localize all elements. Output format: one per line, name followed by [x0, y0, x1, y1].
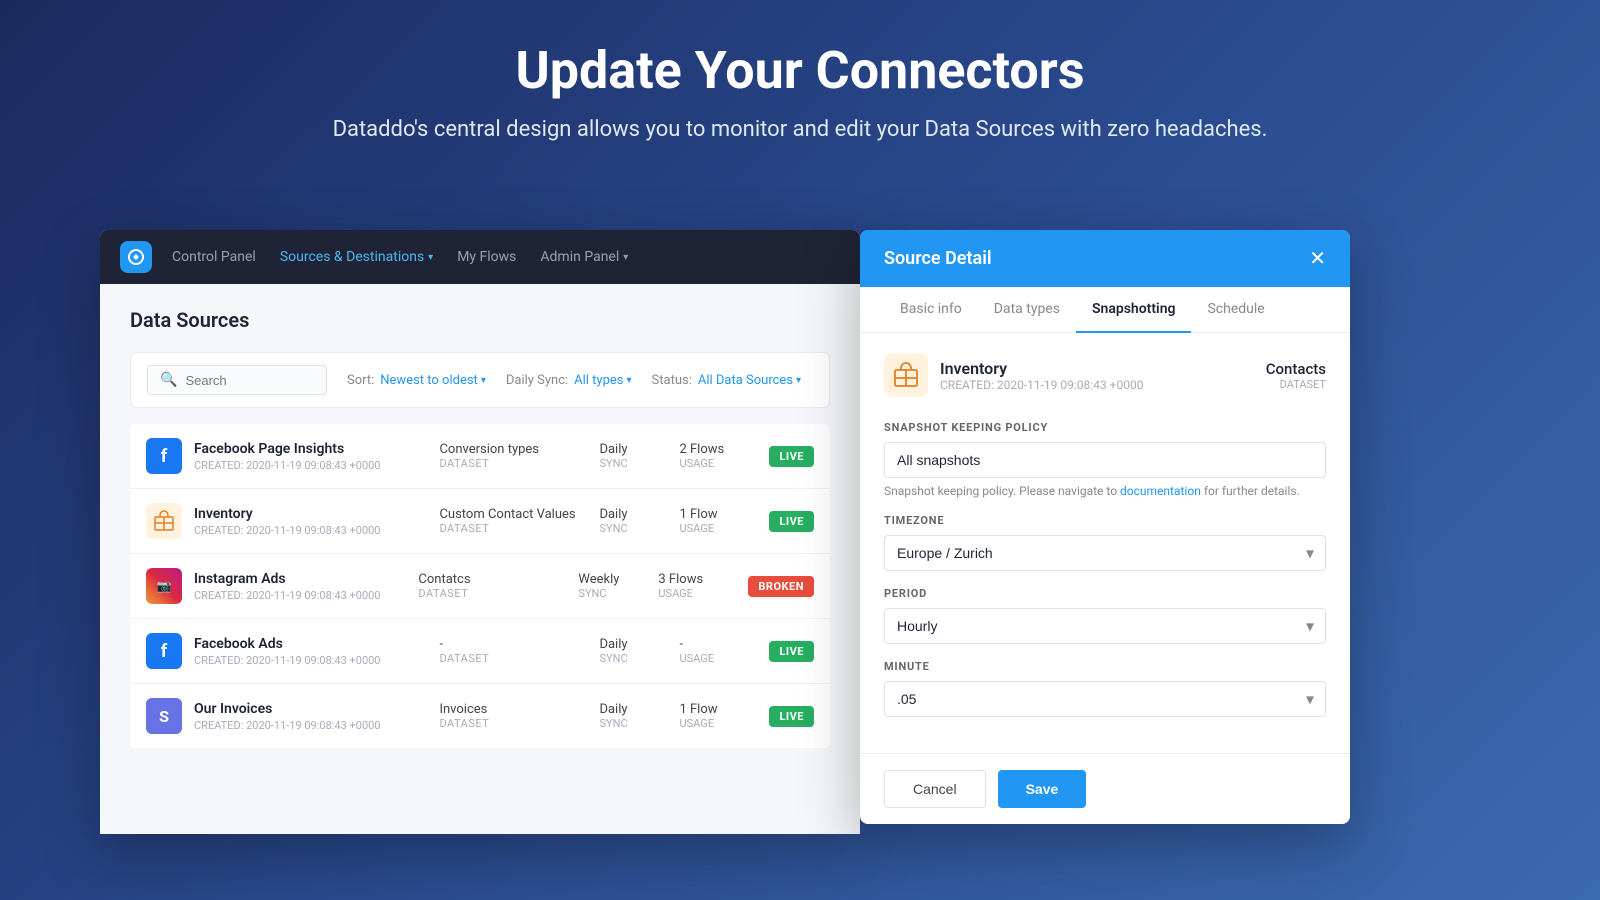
close-button[interactable]: ✕	[1309, 249, 1326, 269]
tab-data-types[interactable]: Data types	[978, 287, 1076, 333]
sort-filter: Sort: Newest to oldest ▾	[347, 373, 486, 388]
detail-footer: Cancel Save	[860, 753, 1350, 824]
page-title: Data Sources	[130, 308, 830, 332]
detail-title: Source Detail	[884, 248, 992, 269]
row-dataset: - DATASET	[439, 637, 599, 665]
cancel-button[interactable]: Cancel	[884, 770, 986, 808]
row-sync: Daily SYNC	[599, 637, 679, 665]
row-sync: Daily SYNC	[599, 702, 679, 730]
row-dataset: Conversion types DATASET	[439, 442, 599, 470]
search-icon: 🔍	[160, 372, 177, 388]
row-flows: 3 Flows USAGE	[658, 572, 748, 600]
row-flows: - USAGE	[679, 637, 769, 665]
chevron-down-icon-status: ▾	[796, 375, 801, 386]
row-sync: Daily SYNC	[599, 507, 679, 535]
period-select-wrapper: Hourly Daily Weekly	[884, 608, 1326, 644]
period-section: PERIOD Hourly Daily Weekly	[884, 587, 1326, 644]
row-source-info: Our Invoices CREATED: 2020-11-19 09:08:4…	[194, 701, 439, 732]
source-item-left: Inventory CREATED: 2020-11-19 09:08:43 +…	[884, 353, 1143, 397]
source-item-info: Inventory CREATED: 2020-11-19 09:08:43 +…	[940, 359, 1143, 392]
status-dropdown[interactable]: All Data Sources ▾	[698, 373, 801, 388]
detail-content: Inventory CREATED: 2020-11-19 09:08:43 +…	[860, 333, 1350, 753]
row-sync: Weekly SYNC	[578, 572, 658, 600]
source-detail-panel: Source Detail ✕ Basic info Data types Sn…	[860, 230, 1350, 824]
tab-schedule[interactable]: Schedule	[1191, 287, 1280, 333]
search-input[interactable]	[185, 373, 314, 388]
hero-subtitle: Dataddo's central design allows you to m…	[20, 117, 1580, 142]
table-row[interactable]: S Our Invoices CREATED: 2020-11-19 09:08…	[130, 684, 830, 748]
row-sync: Daily SYNC	[599, 442, 679, 470]
snapshot-policy-section: SNAPSHOT KEEPING POLICY Snapshot keeping…	[884, 421, 1326, 498]
hint-text: Snapshot keeping policy. Please navigate…	[884, 484, 1326, 498]
navbar: Control Panel Sources & Destinations ▾ M…	[100, 230, 860, 284]
timezone-select[interactable]: Europe / Zurich UTC America / New_York	[884, 535, 1326, 571]
status-filter: Status: All Data Sources ▾	[652, 373, 802, 388]
row-dataset: Custom Contact Values DATASET	[439, 507, 599, 535]
status-badge: LIVE	[769, 511, 814, 532]
table-row[interactable]: Inventory CREATED: 2020-11-19 09:08:43 +…	[130, 489, 830, 554]
facebook-icon: f	[146, 633, 182, 669]
sync-filter: Daily Sync: All types ▾	[506, 373, 632, 388]
source-item-right: Contacts DATASET	[1266, 360, 1326, 391]
row-flows: 1 Flow USAGE	[679, 702, 769, 730]
save-button[interactable]: Save	[998, 770, 1087, 808]
instagram-icon: 📷	[146, 568, 182, 604]
status-badge: LIVE	[769, 641, 814, 662]
stripe-icon: S	[146, 698, 182, 734]
detail-header: Source Detail ✕	[860, 230, 1350, 287]
table-row[interactable]: 📷 Instagram Ads CREATED: 2020-11-19 09:0…	[130, 554, 830, 619]
timezone-section: TIMEZONE Europe / Zurich UTC America / N…	[884, 514, 1326, 571]
row-dataset: Invoices DATASET	[439, 702, 599, 730]
main-content: Data Sources 🔍 Sort: Newest to oldest ▾ …	[100, 284, 860, 834]
status-badge: BROKEN	[748, 576, 814, 597]
data-rows-container: f Facebook Page Insights CREATED: 2020-1…	[130, 424, 830, 748]
search-box[interactable]: 🔍	[147, 365, 327, 395]
status-badge: LIVE	[769, 446, 814, 467]
row-source-info: Inventory CREATED: 2020-11-19 09:08:43 +…	[194, 506, 439, 537]
period-select[interactable]: Hourly Daily Weekly	[884, 608, 1326, 644]
source-item-header: Inventory CREATED: 2020-11-19 09:08:43 +…	[884, 353, 1326, 397]
inventory-icon	[146, 503, 182, 539]
hero-section: Update Your Connectors Dataddo's central…	[0, 0, 1600, 172]
nav-admin-panel[interactable]: Admin Panel ▾	[540, 249, 628, 265]
minute-select-wrapper: .05 .10 .15 .30	[884, 681, 1326, 717]
snapshot-policy-input[interactable]	[884, 442, 1326, 478]
row-dataset: Contatcs DATASET	[418, 572, 578, 600]
nav-items: Control Panel Sources & Destinations ▾ M…	[172, 249, 628, 265]
row-source-info: Facebook Page Insights CREATED: 2020-11-…	[194, 441, 439, 472]
hero-title: Update Your Connectors	[20, 40, 1580, 101]
minute-section: MINUTE .05 .10 .15 .30	[884, 660, 1326, 717]
sync-dropdown[interactable]: All types ▾	[574, 373, 631, 388]
status-badge: LIVE	[769, 706, 814, 727]
minute-select[interactable]: .05 .10 .15 .30	[884, 681, 1326, 717]
chevron-down-icon-sync: ▾	[627, 375, 632, 386]
nav-control-panel[interactable]: Control Panel	[172, 249, 256, 265]
detail-tabs: Basic info Data types Snapshotting Sched…	[860, 287, 1350, 333]
facebook-icon: f	[146, 438, 182, 474]
row-source-info: Instagram Ads CREATED: 2020-11-19 09:08:…	[194, 571, 418, 602]
nav-sources-destinations[interactable]: Sources & Destinations ▾	[280, 249, 433, 265]
app-window: Control Panel Sources & Destinations ▾ M…	[100, 230, 860, 834]
sort-dropdown[interactable]: Newest to oldest ▾	[380, 373, 486, 388]
table-row[interactable]: f Facebook Ads CREATED: 2020-11-19 09:08…	[130, 619, 830, 684]
chevron-down-icon-admin: ▾	[623, 252, 628, 263]
tab-snapshotting[interactable]: Snapshotting	[1076, 287, 1192, 333]
source-item-icon	[884, 353, 928, 397]
tab-basic-info[interactable]: Basic info	[884, 287, 978, 333]
row-flows: 2 Flows USAGE	[679, 442, 769, 470]
row-source-info: Facebook Ads CREATED: 2020-11-19 09:08:4…	[194, 636, 439, 667]
chevron-down-icon: ▾	[428, 252, 433, 263]
table-row[interactable]: f Facebook Page Insights CREATED: 2020-1…	[130, 424, 830, 489]
nav-my-flows[interactable]: My Flows	[457, 249, 516, 265]
chevron-down-icon-sort: ▾	[481, 375, 486, 386]
documentation-link[interactable]: documentation	[1120, 484, 1201, 498]
row-flows: 1 Flow USAGE	[679, 507, 769, 535]
toolbar: 🔍 Sort: Newest to oldest ▾ Daily Sync: A…	[130, 352, 830, 408]
nav-logo	[120, 241, 152, 273]
timezone-select-wrapper: Europe / Zurich UTC America / New_York	[884, 535, 1326, 571]
